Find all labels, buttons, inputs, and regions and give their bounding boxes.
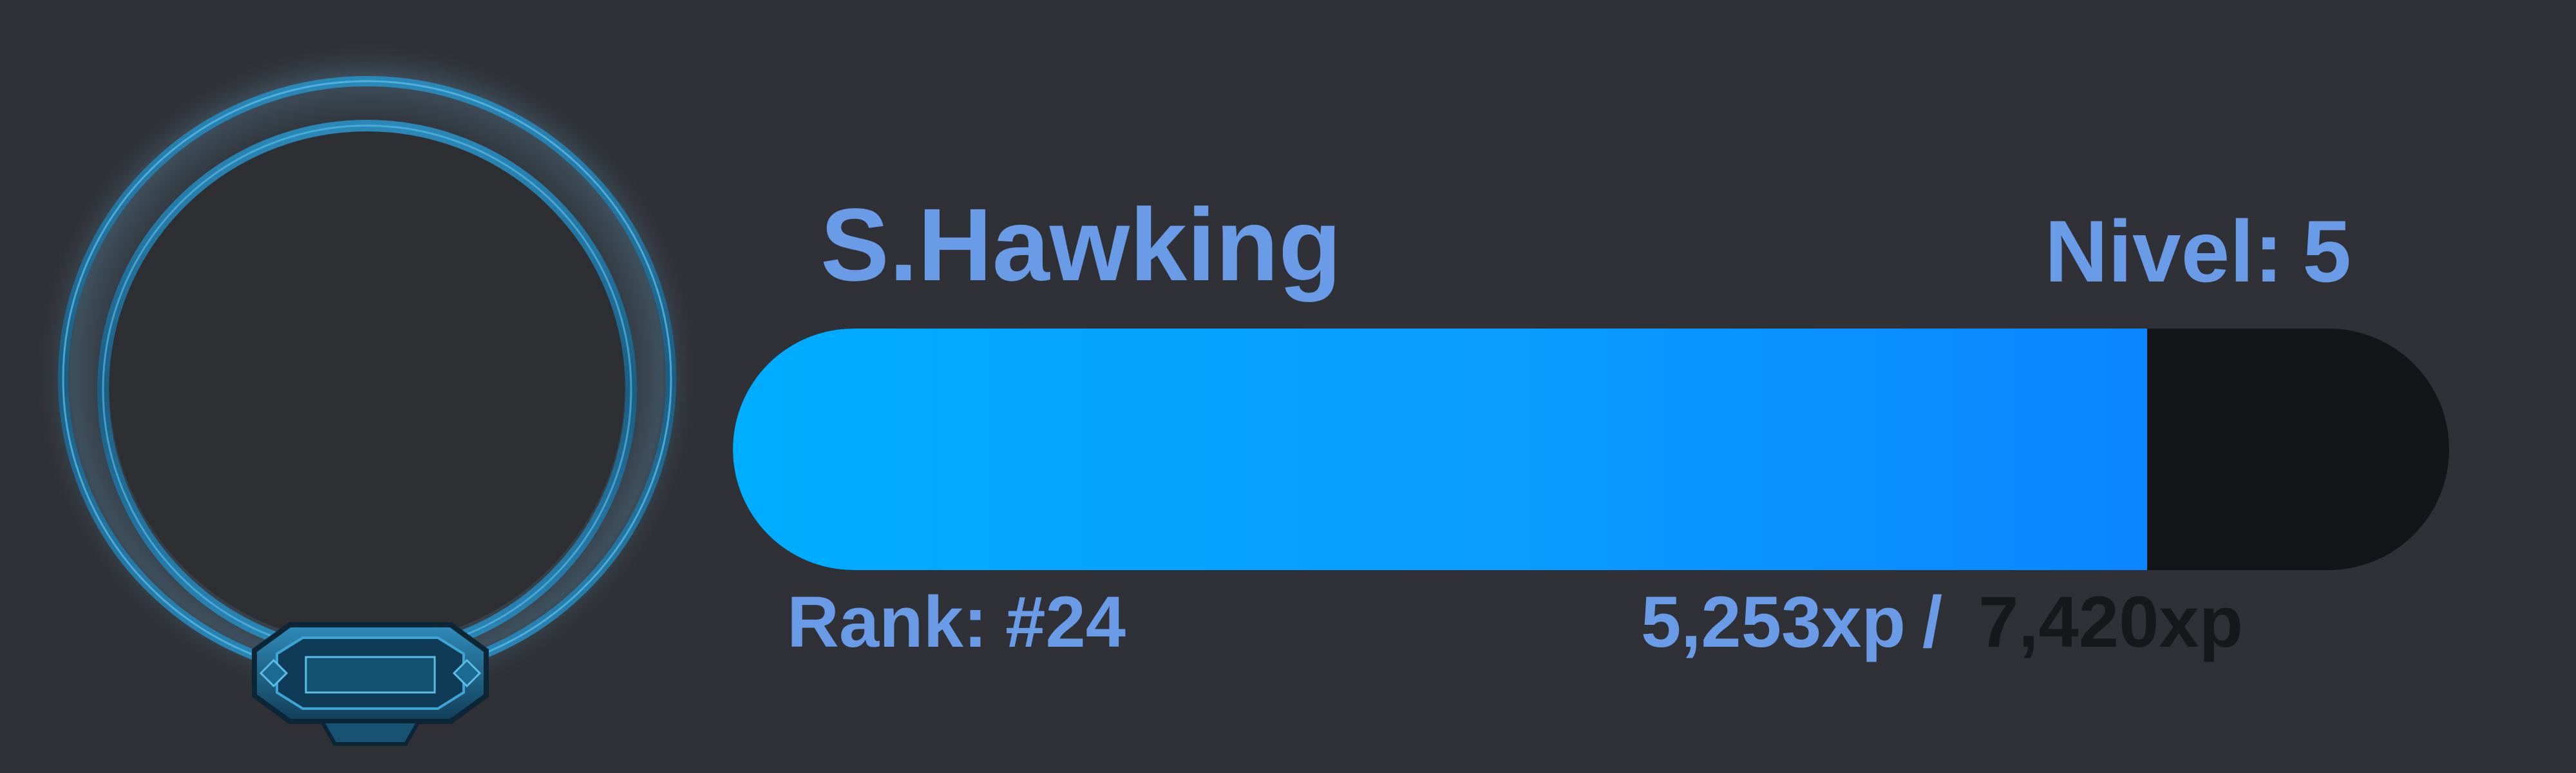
rank-indicator: Rank: #24 (787, 586, 1126, 658)
avatar-slot (109, 129, 625, 644)
level-label: Nivel: (2045, 202, 2284, 300)
username: S.Hawking (820, 187, 1342, 302)
xp-total: 7,420xp (1978, 582, 2244, 662)
rank-value: #24 (1005, 582, 1126, 662)
frame-gem-icon (252, 622, 489, 746)
xp-readout: 5,253xp / 7,420xp (1641, 586, 2243, 658)
xp-separator: / (1922, 582, 1943, 662)
xp-progress-bar (733, 329, 2449, 570)
avatar-frame (32, 39, 702, 746)
xp-progress-fill (733, 329, 2147, 570)
xp-current: 5,253xp (1641, 582, 1906, 662)
rank-label: Rank: (787, 582, 988, 662)
level-indicator: Nivel: 5 (2045, 207, 2351, 295)
level-value: 5 (2302, 202, 2351, 300)
